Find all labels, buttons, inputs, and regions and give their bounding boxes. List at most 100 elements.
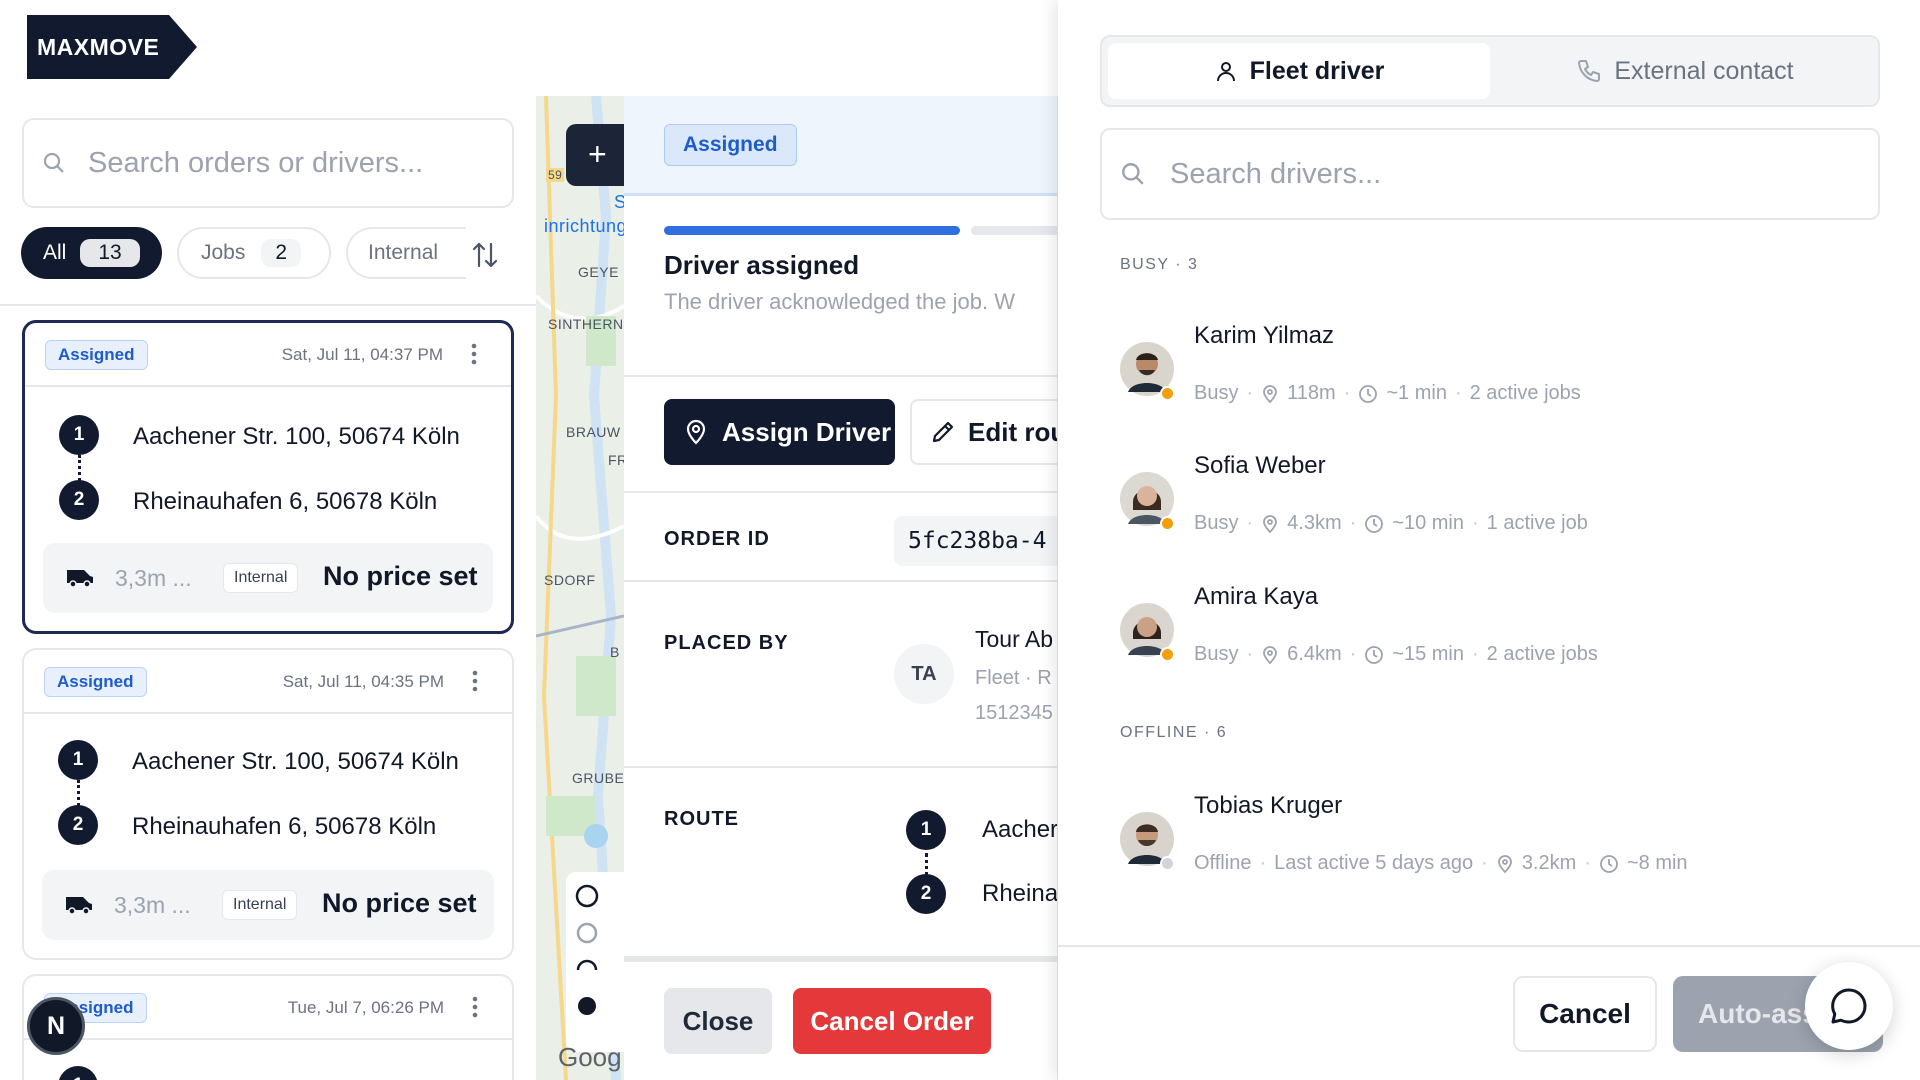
filter-all-chip[interactable]: All 13 — [21, 227, 162, 279]
map-label: SINTHERN — [548, 316, 624, 332]
close-button[interactable]: Close — [664, 988, 772, 1054]
order-id-value[interactable]: 5fc238ba-4 — [894, 516, 1057, 566]
placed-by-label: PLACED BY — [664, 632, 789, 654]
cancel-order-button[interactable]: Cancel Order — [793, 988, 991, 1054]
map-label: GEYE — [578, 264, 619, 280]
driver-jobs: 2 active jobs — [1486, 643, 1598, 665]
search-icon — [1120, 161, 1146, 187]
map-legend-panel — [566, 872, 624, 1052]
more-options-icon[interactable] — [471, 343, 477, 365]
tab-external-contact[interactable]: External contact — [1494, 43, 1876, 99]
progress-subtitle: The driver acknowledged the job. W — [664, 289, 1015, 314]
stop-number-2: 2 — [58, 805, 98, 845]
driver-jobs: 2 active jobs — [1469, 382, 1581, 404]
driver-name: Karim Yilmaz — [1194, 322, 1335, 349]
tab-external-label: External contact — [1614, 56, 1794, 85]
order-search-input[interactable]: Search orders or drivers... — [22, 118, 514, 208]
driver-meta: Busy · 118m · ~1 min · 2 active jobs — [1194, 382, 1581, 404]
filter-jobs-chip[interactable]: Jobs 2 — [177, 227, 331, 279]
user-icon — [1214, 59, 1238, 83]
detail-header: Assigned — [624, 96, 1057, 196]
filter-jobs-label: Jobs — [201, 241, 246, 264]
divider — [0, 304, 536, 306]
customer-avatar: TA — [894, 644, 954, 704]
driver-row[interactable]: Sofia Weber Busy · 4.3km · ~10 min · 1 acti… — [1120, 452, 1860, 572]
edit-route-button[interactable]: Edit rou — [910, 399, 1058, 465]
map-pin-icon — [684, 419, 708, 445]
cancel-button[interactable]: Cancel — [1513, 976, 1657, 1052]
order-distance: 3,3m ... — [115, 565, 192, 591]
driver-name: Amira Kaya — [1194, 583, 1319, 610]
order-card-header: Assigned Sat, Jul 11, 04:37 PM — [25, 323, 511, 387]
driver-status: Busy — [1194, 382, 1239, 404]
user-avatar[interactable]: N — [27, 997, 85, 1055]
driver-status: Busy — [1194, 643, 1239, 665]
status-dot — [1160, 516, 1175, 531]
driver-status: Busy — [1194, 512, 1239, 534]
pencil-icon — [930, 419, 956, 445]
dropoff-address: Rheinauhafen 6, 50678 Köln — [132, 813, 437, 840]
driver-row[interactable]: Tobias Kruger Offline · Last active 5 day… — [1120, 792, 1860, 912]
route-dropoff: Rheina — [982, 880, 1058, 907]
internal-tag: Internal — [222, 890, 298, 920]
brand-logo[interactable]: MAXMOVE — [27, 15, 197, 79]
driver-row[interactable]: Amira Kaya Busy · 6.4km · ~15 min · 2 activ… — [1120, 583, 1860, 703]
map-label: BRAUW — [566, 424, 621, 440]
driver-status: Offline — [1194, 852, 1252, 874]
map-label: SDORF — [544, 572, 596, 588]
stop-number-1: 1 — [59, 415, 99, 455]
brand-name: MAXMOVE — [37, 34, 160, 60]
map-add-button[interactable]: + — [566, 124, 624, 186]
more-options-icon[interactable] — [472, 996, 478, 1018]
order-card[interactable]: Assigned Sat, Jul 11, 04:37 PM 1 2 Aache… — [22, 320, 514, 634]
tab-fleet-driver[interactable]: Fleet driver — [1108, 43, 1490, 99]
more-options-icon[interactable] — [472, 670, 478, 692]
filter-all-label: All — [43, 241, 67, 264]
clock-icon — [1358, 384, 1378, 404]
map-view[interactable]: + 59 S inrichtung GEYE SINTHERN BRAUW FR… — [536, 96, 624, 1080]
driver-row[interactable]: Karim Yilmaz Busy · 118m · ~1 min · 2 activ… — [1120, 322, 1860, 442]
edit-route-label: Edit rou — [968, 416, 1058, 447]
driver-distance: 118m — [1287, 382, 1336, 404]
order-card[interactable]: Assigned Sat, Jul 11, 04:35 PM 1 2 Aache… — [22, 648, 514, 960]
order-card-footer: 3,3m ... Internal No price set — [42, 870, 494, 940]
assign-driver-drawer: Fleet driver External contact Search dri… — [1058, 0, 1920, 1080]
divider — [624, 491, 1057, 493]
driver-search-input[interactable]: Search drivers... — [1100, 128, 1880, 220]
status-dot — [1160, 647, 1175, 662]
map-label: B — [610, 644, 620, 660]
search-placeholder: Search drivers... — [1170, 157, 1382, 190]
filter-internal-chip[interactable]: Internal — [346, 227, 466, 279]
order-date: Sat, Jul 11, 04:35 PM — [282, 672, 444, 691]
map-label: GRUBE — [572, 770, 624, 786]
divider — [624, 766, 1057, 768]
assign-driver-button[interactable]: Assign Driver — [664, 399, 895, 465]
driver-distance: 6.4km — [1287, 643, 1342, 665]
map-label: inrichtung — [544, 216, 624, 236]
clock-icon — [1364, 514, 1384, 534]
order-date: Sat, Jul 11, 04:37 PM — [281, 345, 443, 364]
assign-driver-label: Assign Driver — [722, 416, 892, 447]
map-label: S — [614, 192, 624, 212]
driver-name: Tobias Kruger — [1194, 792, 1343, 819]
order-date: Tue, Jul 7, 06:26 PM — [287, 998, 444, 1017]
driver-name: Sofia Weber — [1194, 452, 1326, 479]
order-card[interactable]: Assigned Tue, Jul 7, 06:26 PM 1 — [22, 974, 514, 1080]
order-id-label: ORDER ID — [664, 528, 770, 550]
chat-button[interactable] — [1805, 962, 1893, 1050]
map-pin-icon — [1261, 514, 1279, 534]
van-icon — [64, 894, 94, 914]
sort-icon[interactable] — [470, 240, 500, 270]
order-card-header: Assigned Sat, Jul 11, 04:35 PM — [24, 650, 512, 714]
status-badge: Assigned — [664, 124, 797, 166]
tab-fleet-label: Fleet driver — [1249, 56, 1385, 85]
driver-last-active: Last active 5 days ago — [1274, 852, 1474, 874]
driver-eta: ~1 min — [1386, 382, 1447, 404]
customer-name: Tour Ab — [975, 626, 1053, 652]
search-icon — [42, 151, 66, 175]
pickup-address: Aachener Str. 100, 50674 Köln — [132, 748, 459, 775]
customer-meta: Fleet · R — [975, 667, 1052, 689]
filter-all-count: 13 — [80, 239, 140, 267]
stop-number-1: 1 — [58, 1066, 98, 1080]
driver-eta: ~10 min — [1392, 512, 1464, 534]
